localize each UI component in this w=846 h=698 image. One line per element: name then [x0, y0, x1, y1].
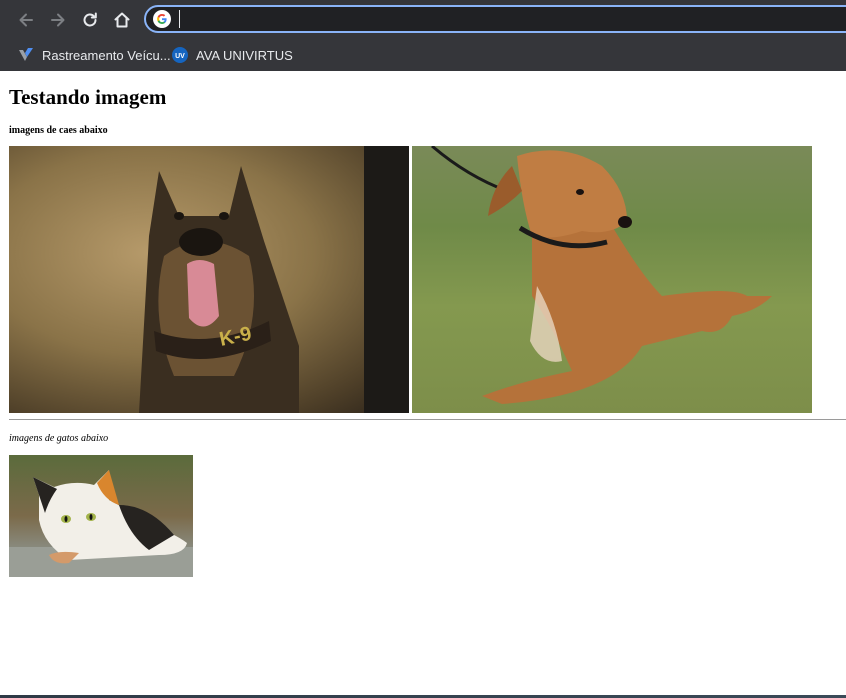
bookmark-favicon-icon	[19, 48, 33, 61]
home-icon	[114, 12, 130, 28]
bookmark-label: AVA UNIVIRTUS	[196, 47, 293, 63]
brown-dog-illustration	[431, 146, 772, 404]
browser-chrome: Rastreamento Veícu... UV AVA UNIVIRTUS	[0, 0, 846, 71]
calico-cat-photo	[9, 455, 193, 577]
text-caret	[179, 10, 180, 28]
reload-button[interactable]	[76, 6, 104, 34]
browser-toolbar	[0, 0, 846, 39]
section-divider	[9, 419, 846, 420]
reload-icon	[83, 12, 97, 27]
arrow-right-icon	[51, 13, 65, 27]
cats-caption: imagens de gatos abaixo	[9, 433, 109, 444]
brown-dog-photo	[412, 146, 812, 413]
dogs-caption: imagens de caes abaixo	[9, 125, 108, 136]
univirtus-logo-icon: UV	[172, 47, 188, 63]
address-input[interactable]	[178, 9, 778, 29]
page-content: Testando imagem imagens de caes abaixo K…	[0, 71, 846, 698]
back-button[interactable]	[12, 6, 40, 34]
forward-button[interactable]	[44, 6, 72, 34]
bookmarks-bar: Rastreamento Veícu... UV AVA UNIVIRTUS	[0, 39, 846, 71]
home-button[interactable]	[108, 6, 136, 34]
page-title: Testando imagem	[9, 85, 167, 109]
google-icon	[153, 10, 171, 28]
bookmark-label: Rastreamento Veícu...	[42, 47, 171, 63]
svg-text:UV: UV	[175, 53, 185, 60]
address-bar[interactable]	[144, 5, 846, 33]
german-shepherd-illustration: K-9	[139, 146, 409, 413]
german-shepherd-photo: K-9	[9, 146, 409, 413]
calico-cat-illustration	[9, 470, 193, 577]
arrow-left-icon	[19, 13, 33, 27]
bookmark-rastreamento[interactable]: Rastreamento Veícu...	[18, 43, 171, 67]
bookmark-ava-univirtus[interactable]: UV AVA UNIVIRTUS	[172, 43, 293, 67]
